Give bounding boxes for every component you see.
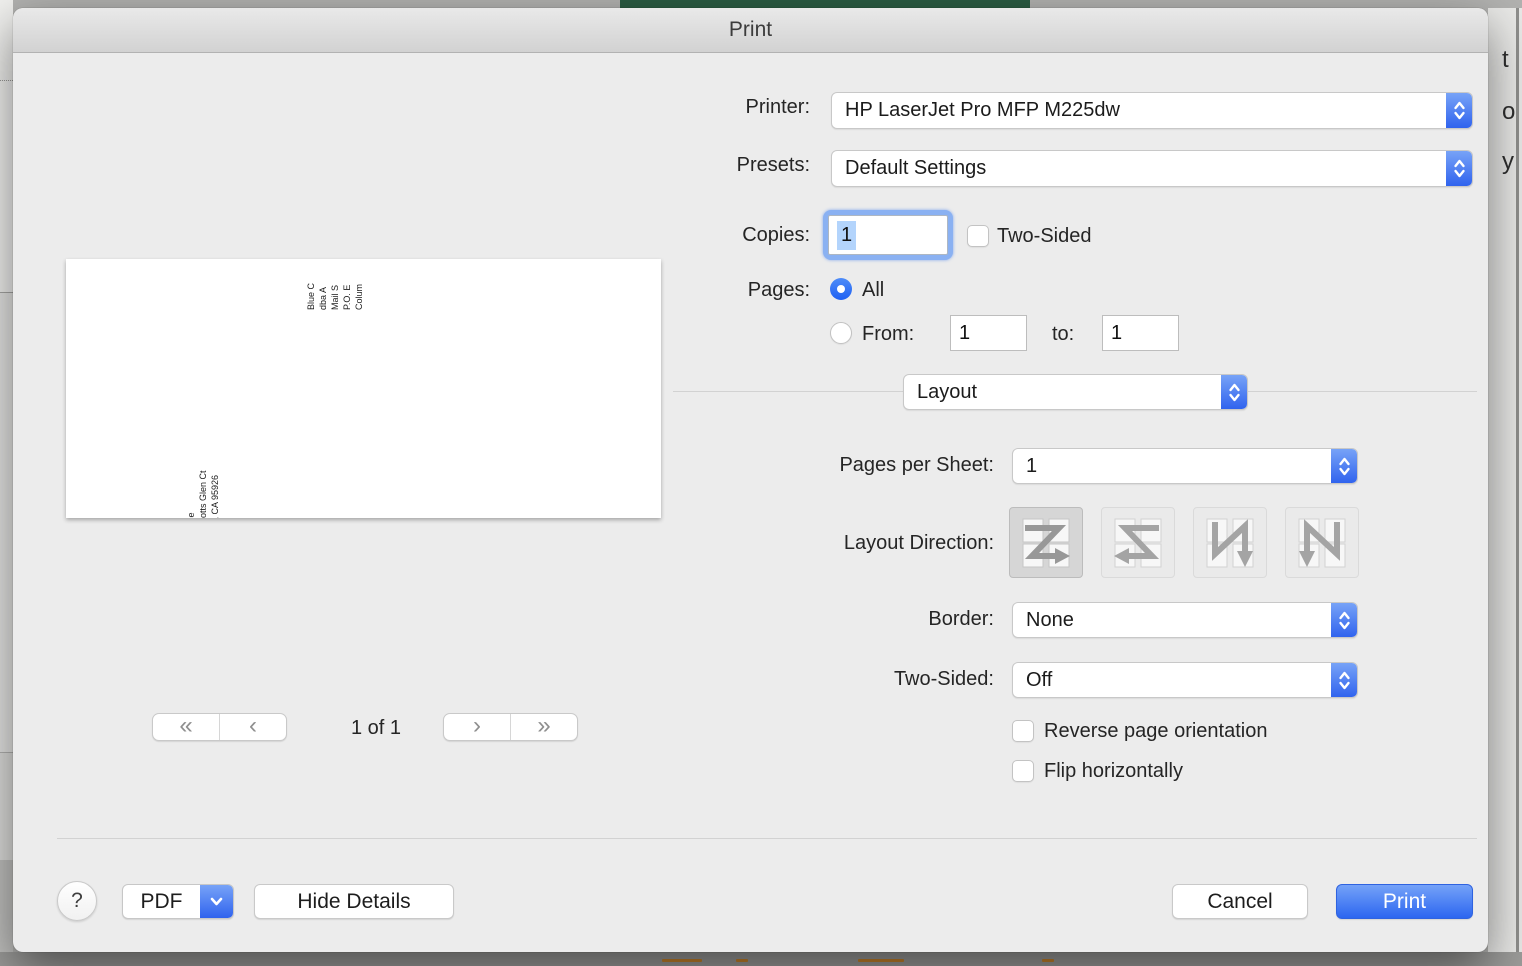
layout-z-icon <box>1019 518 1073 568</box>
pager-back-group: « ‹ <box>152 713 287 741</box>
pages-per-sheet-label: Pages per Sheet: <box>839 454 994 477</box>
pages-all-label: All <box>862 279 884 302</box>
pager-forward-group: › » <box>443 713 578 741</box>
cancel-button[interactable]: Cancel <box>1172 884 1308 919</box>
double-chevron-left-icon: « <box>179 714 192 738</box>
background-letter: y <box>1502 148 1514 176</box>
chevron-down-icon <box>200 885 233 918</box>
pages-from-value: 1 <box>959 322 970 345</box>
section-divider-left <box>673 391 903 392</box>
section-divider-right <box>1248 391 1477 392</box>
background-left-strip <box>0 0 13 958</box>
pages-from-radio[interactable] <box>830 322 852 344</box>
pages-to-value: 1 <box>1111 322 1122 345</box>
layout-direction-z-button[interactable] <box>1009 507 1083 578</box>
presets-select-value: Default Settings <box>832 157 1446 180</box>
up-down-chevrons-icon <box>1446 151 1472 186</box>
two-sided-select-label: Two-Sided: <box>894 668 994 691</box>
layout-s-icon <box>1111 518 1165 568</box>
last-page-button[interactable]: » <box>511 714 577 740</box>
section-dropdown[interactable]: Layout <box>903 374 1248 410</box>
copies-input[interactable]: 1 <box>828 215 948 255</box>
footer-divider <box>57 838 1477 839</box>
printer-label: Printer: <box>746 96 810 119</box>
help-button[interactable]: ? <box>57 881 97 921</box>
chevron-right-icon: › <box>473 714 481 738</box>
reverse-page-orientation-checkbox[interactable] <box>1012 720 1034 742</box>
layout-n-icon <box>1295 518 1349 568</box>
pages-per-sheet-select[interactable]: 1 <box>1012 448 1358 484</box>
up-down-chevrons-icon <box>1331 663 1357 697</box>
printer-select[interactable]: HP LaserJet Pro MFP M225dw <box>831 92 1473 129</box>
background-letter: o <box>1502 98 1515 126</box>
background-right-strip: t o y <box>1488 8 1522 966</box>
preview-recipient-address: lace Knotts Glen Ct co, CA 95926 <box>185 470 221 518</box>
pages-from-input[interactable]: 1 <box>950 315 1027 351</box>
pdf-menu-button[interactable]: PDF <box>122 884 234 919</box>
section-dropdown-value: Layout <box>904 381 1221 404</box>
pages-to-label: to: <box>1052 323 1074 346</box>
dialog-title: Print <box>13 18 1488 42</box>
layout-direction-s-button[interactable] <box>1101 507 1175 578</box>
border-select-value: None <box>1013 609 1331 632</box>
up-down-chevrons-icon <box>1446 93 1472 128</box>
flip-horizontally-label: Flip horizontally <box>1044 760 1183 783</box>
flip-horizontally-checkbox[interactable] <box>1012 760 1034 782</box>
pages-all-radio[interactable] <box>830 278 852 300</box>
double-chevron-right-icon: » <box>537 714 550 738</box>
copies-input-focus-ring: 1 <box>823 210 953 260</box>
two-sided-select-value: Off <box>1013 669 1331 692</box>
next-page-button[interactable]: › <box>444 714 510 740</box>
pages-per-sheet-value: 1 <box>1013 455 1331 478</box>
up-down-chevrons-icon <box>1331 603 1357 637</box>
two-sided-checkbox-label: Two-Sided <box>997 225 1092 248</box>
previous-page-button[interactable]: ‹ <box>220 714 286 740</box>
first-page-button[interactable]: « <box>153 714 219 740</box>
copies-label: Copies: <box>742 224 810 247</box>
hide-details-button[interactable]: Hide Details <box>254 884 454 919</box>
copies-input-selected-text: 1 <box>837 221 856 250</box>
border-select[interactable]: None <box>1012 602 1358 638</box>
border-label: Border: <box>928 608 994 631</box>
layout-n-reverse-icon <box>1203 518 1257 568</box>
up-down-chevrons-icon <box>1221 375 1247 409</box>
reverse-page-orientation-label: Reverse page orientation <box>1044 720 1267 743</box>
page-counter: 1 of 1 <box>316 717 436 740</box>
two-sided-checkbox[interactable] <box>967 225 989 247</box>
print-preview-page: Blue C dba A Mail S P.O. E Colum lace Kn… <box>66 259 661 518</box>
print-dialog: Print Printer: HP LaserJet Pro MFP M225d… <box>13 8 1488 952</box>
chevron-left-icon: ‹ <box>249 714 257 738</box>
pages-label: Pages: <box>748 279 810 302</box>
printer-select-value: HP LaserJet Pro MFP M225dw <box>832 99 1446 122</box>
layout-direction-label: Layout Direction: <box>844 532 994 555</box>
two-sided-select[interactable]: Off <box>1012 662 1358 698</box>
question-mark-icon: ? <box>71 889 83 913</box>
up-down-chevrons-icon <box>1331 449 1357 483</box>
background-letter: t <box>1502 46 1509 74</box>
layout-direction-n-reverse-button[interactable] <box>1193 507 1267 578</box>
pdf-menu-label: PDF <box>123 885 200 918</box>
layout-direction-n-button[interactable] <box>1285 507 1359 578</box>
pages-from-label: From: <box>862 323 914 346</box>
pages-to-input[interactable]: 1 <box>1102 315 1179 351</box>
dialog-titlebar[interactable]: Print <box>13 8 1488 53</box>
preview-return-address: Blue C dba A Mail S P.O. E Colum <box>305 283 365 310</box>
print-button[interactable]: Print <box>1336 884 1473 919</box>
presets-label: Presets: <box>737 154 810 177</box>
presets-select[interactable]: Default Settings <box>831 150 1473 187</box>
background-bottom-strip <box>0 952 1522 966</box>
